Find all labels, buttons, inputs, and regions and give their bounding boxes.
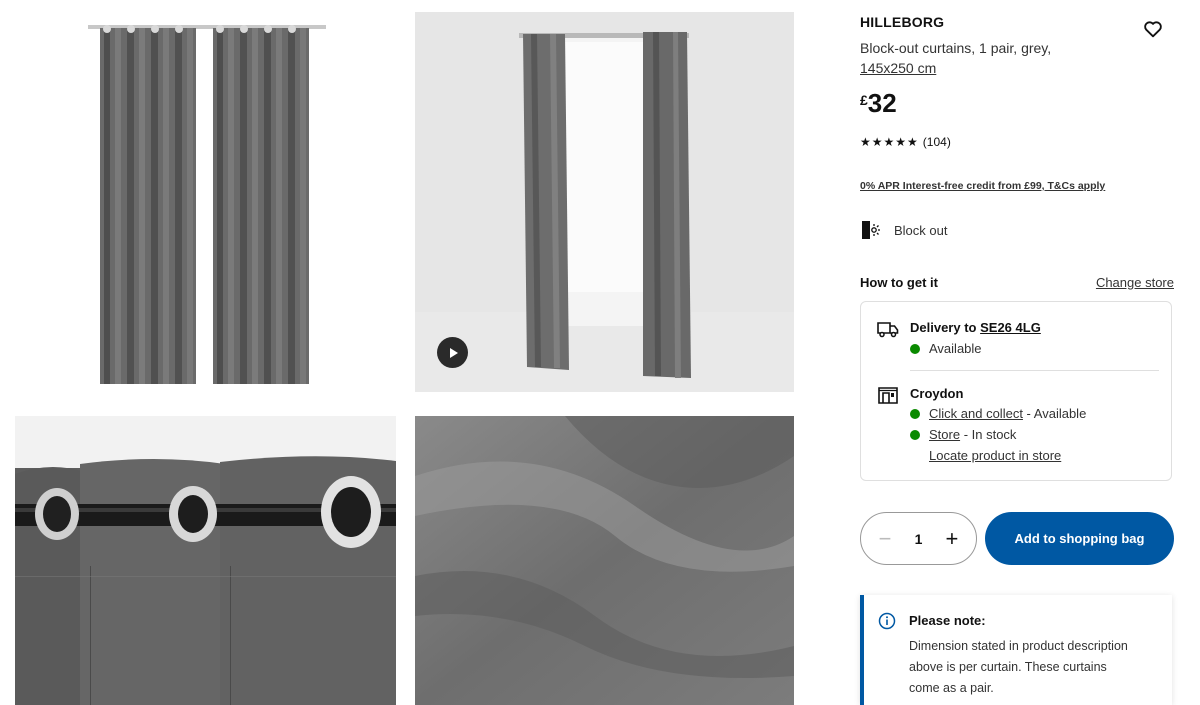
- gallery-image-fabric[interactable]: [415, 416, 794, 705]
- price-currency: £: [860, 92, 868, 108]
- product-price: £32: [860, 88, 897, 119]
- play-icon: [449, 347, 458, 358]
- divider: [910, 370, 1159, 371]
- please-note-box: Please note: Dimension stated in product…: [860, 595, 1172, 705]
- feature-blockout: Block out: [860, 220, 947, 240]
- play-video-button[interactable]: [437, 337, 468, 368]
- product-size-link[interactable]: 145x250 cm: [860, 60, 936, 76]
- rating-count: (104): [922, 135, 951, 149]
- store-name: Croydon: [910, 386, 964, 401]
- quantity-value[interactable]: 1: [915, 531, 923, 547]
- delivery-title: Delivery to SE26 4LG: [910, 320, 1041, 335]
- rating-stars: ★★★★★: [860, 135, 919, 149]
- gallery-image-grommets[interactable]: [15, 416, 396, 705]
- locate-product-row: Locate product in store: [929, 448, 1061, 463]
- gallery-video-room[interactable]: [415, 12, 794, 392]
- quantity-stepper: − 1 +: [860, 512, 977, 565]
- click-collect-status-text: - Available: [1022, 406, 1087, 421]
- product-gallery: [0, 0, 810, 705]
- delivery-postcode-link[interactable]: SE26 4LG: [980, 320, 1041, 335]
- price-value: 32: [867, 88, 897, 118]
- delivery-label: Delivery to: [910, 320, 977, 335]
- click-collect-status: Click and collect - Available: [910, 406, 1086, 421]
- availability-box: Delivery to SE26 4LG Available Croydon C…: [860, 301, 1172, 481]
- heart-icon[interactable]: [1142, 18, 1164, 40]
- note-title: Please note:: [909, 613, 986, 628]
- product-description: Block-out curtains, 1 pair, grey,: [860, 40, 1052, 56]
- grommet-closeup-image: [15, 416, 396, 705]
- product-name: HILLEBORG: [860, 14, 945, 30]
- increase-quantity-button[interactable]: +: [940, 527, 964, 549]
- room-window-image: [415, 12, 794, 392]
- fabric-texture-image: [415, 416, 794, 705]
- info-icon: [878, 612, 896, 630]
- status-dot: [910, 429, 920, 440]
- decrease-quantity-button[interactable]: −: [873, 527, 897, 549]
- store-icon: [878, 387, 898, 404]
- credit-link[interactable]: 0% APR Interest-free credit from £99, T&…: [860, 180, 1105, 192]
- how-to-get-it-heading: How to get it: [860, 275, 938, 290]
- truck-icon: [877, 322, 899, 338]
- locate-product-link[interactable]: Locate product in store: [929, 448, 1061, 463]
- blockout-icon: [862, 221, 880, 239]
- click-collect-link[interactable]: Click and collect: [929, 406, 1023, 421]
- status-dot: [910, 343, 920, 354]
- rating[interactable]: ★★★★★ (104): [860, 135, 951, 149]
- feature-label: Block out: [894, 222, 948, 238]
- delivery-status: Available: [910, 341, 982, 356]
- note-body: Dimension stated in product description …: [909, 639, 1128, 695]
- delivery-status-text: Available: [929, 341, 982, 356]
- gallery-image-curtain-pair[interactable]: [15, 10, 396, 392]
- store-status-text: - In stock: [960, 427, 1017, 442]
- add-to-bag-button[interactable]: Add to shopping bag: [985, 512, 1174, 565]
- curtain-pair-image: [88, 25, 326, 384]
- status-dot: [910, 408, 920, 419]
- store-link[interactable]: Store: [929, 427, 960, 442]
- change-store-link[interactable]: Change store: [1090, 275, 1174, 290]
- store-stock-status: Store - In stock: [910, 427, 1016, 442]
